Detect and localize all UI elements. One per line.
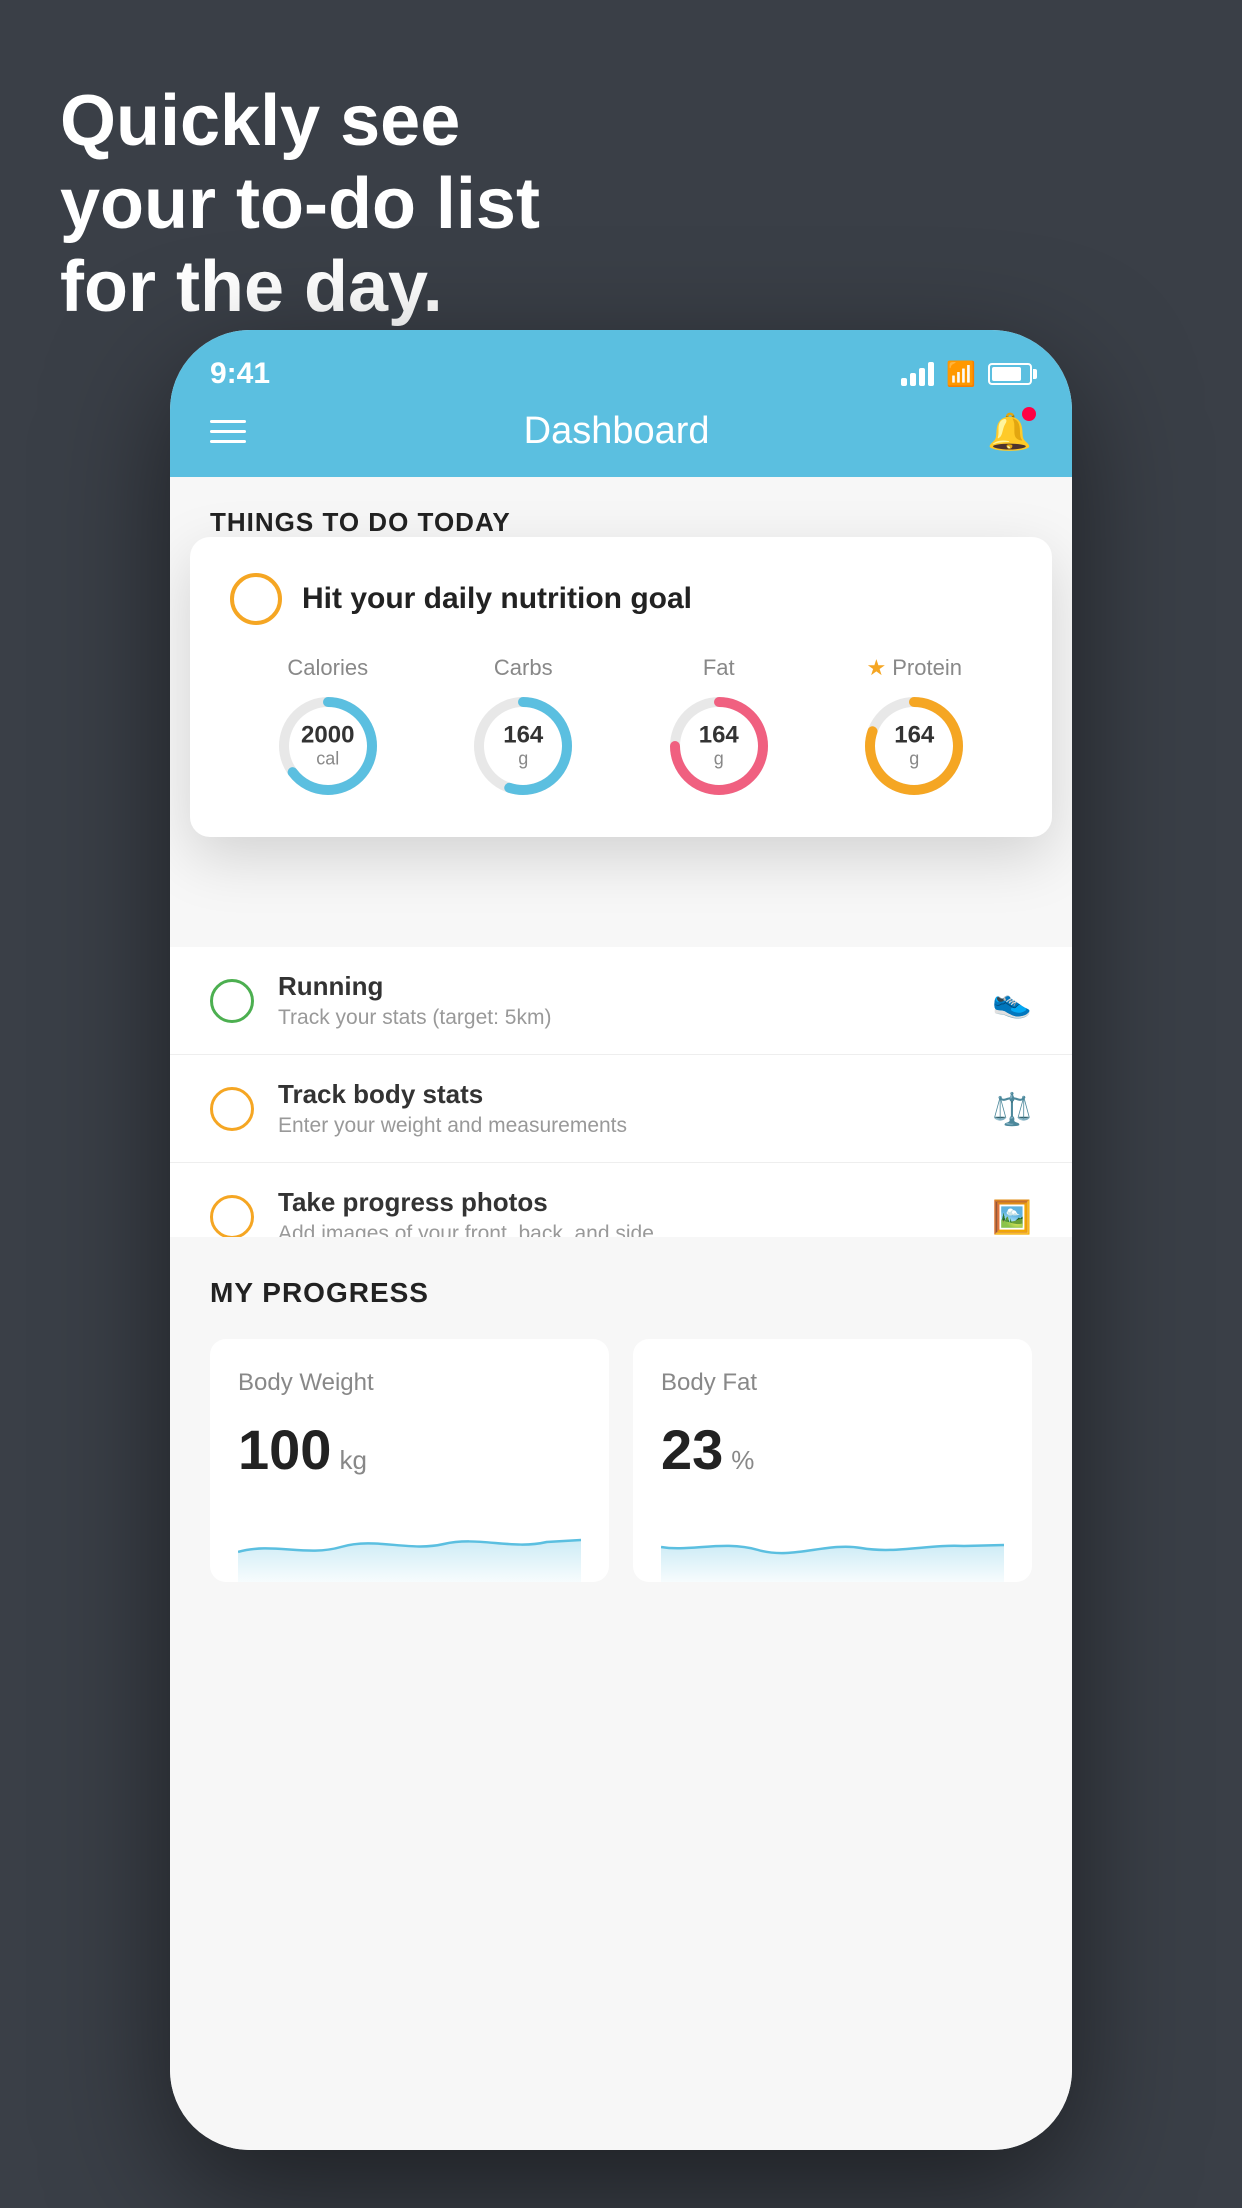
status-bar: 9:41 📶 <box>170 330 1072 400</box>
body-fat-number: 23 <box>661 1417 723 1482</box>
body-fat-chart <box>661 1502 1004 1582</box>
body-weight-value: 100 kg <box>238 1417 581 1482</box>
macro-calories-label: Calories <box>287 655 368 681</box>
body-fat-label: Body Fat <box>661 1369 1004 1397</box>
star-icon: ★ <box>867 655 887 681</box>
todo-text-stats: Track body stats Enter your weight and m… <box>278 1079 968 1138</box>
macro-protein-chart: 164 g <box>859 691 969 801</box>
macro-carbs: Carbs 164 g <box>468 655 578 801</box>
page-headline: Quickly see your to-do list for the day. <box>60 80 540 328</box>
todo-sub-stats: Enter your weight and measurements <box>278 1114 968 1138</box>
todo-sub-running: Track your stats (target: 5km) <box>278 1006 968 1030</box>
notification-badge <box>1022 407 1036 421</box>
main-content: THINGS TO DO TODAY Hit your daily nutrit… <box>170 477 1072 2150</box>
app-header: Dashboard 🔔 <box>170 400 1072 477</box>
macro-fat: Fat 164 g <box>664 655 774 801</box>
todo-title-photos: Take progress photos <box>278 1187 968 1218</box>
macro-protein-label: ★ Protein <box>867 655 962 681</box>
body-weight-unit: kg <box>339 1445 366 1476</box>
macro-carbs-chart: 164 g <box>468 691 578 801</box>
macro-carbs-value: 164 g <box>503 722 543 769</box>
menu-icon[interactable] <box>210 420 246 443</box>
todo-circle-photos <box>210 1195 254 1239</box>
things-today-title: THINGS TO DO TODAY <box>210 507 511 537</box>
body-weight-number: 100 <box>238 1417 331 1482</box>
todo-list: Running Track your stats (target: 5km) 👟… <box>170 947 1072 1271</box>
todo-circle-stats <box>210 1087 254 1131</box>
macro-fat-chart: 164 g <box>664 691 774 801</box>
macro-calories-chart: 2000 cal <box>273 691 383 801</box>
todo-item-running[interactable]: Running Track your stats (target: 5km) 👟 <box>170 947 1072 1055</box>
nutrition-card[interactable]: Hit your daily nutrition goal Calories 2 <box>190 537 1052 837</box>
macro-calories-value: 2000 cal <box>301 722 354 769</box>
macro-fat-value: 164 g <box>699 722 739 769</box>
nutrition-title: Hit your daily nutrition goal <box>302 582 692 616</box>
todo-item-body-stats[interactable]: Track body stats Enter your weight and m… <box>170 1055 1072 1163</box>
body-weight-card[interactable]: Body Weight 100 kg <box>210 1339 609 1582</box>
progress-section: MY PROGRESS Body Weight 100 kg <box>170 1237 1072 1582</box>
photo-icon: 🖼️ <box>992 1198 1032 1236</box>
body-fat-value: 23 % <box>661 1417 1004 1482</box>
status-icons: 📶 <box>901 360 1032 389</box>
macro-protein: ★ Protein 164 g <box>859 655 969 801</box>
notification-icon[interactable]: 🔔 <box>987 411 1032 453</box>
header-title: Dashboard <box>524 410 710 453</box>
nutrition-check-circle <box>230 573 282 625</box>
shoe-icon: 👟 <box>992 982 1032 1020</box>
phone-frame: 9:41 📶 Dashboard <box>170 330 1072 2150</box>
signal-icon <box>901 362 934 386</box>
body-fat-unit: % <box>731 1445 754 1476</box>
headline-line3: for the day. <box>60 247 443 327</box>
nutrition-header: Hit your daily nutrition goal <box>230 573 1012 625</box>
progress-title: MY PROGRESS <box>210 1277 1032 1309</box>
phone-mockup: 9:41 📶 Dashboard <box>170 330 1072 2150</box>
body-fat-card[interactable]: Body Fat 23 % <box>633 1339 1032 1582</box>
progress-cards: Body Weight 100 kg <box>210 1339 1032 1582</box>
todo-text-running: Running Track your stats (target: 5km) <box>278 971 968 1030</box>
body-weight-label: Body Weight <box>238 1369 581 1397</box>
headline-line1: Quickly see <box>60 81 460 161</box>
nutrition-macros: Calories 2000 cal <box>230 655 1012 801</box>
scale-icon: ⚖️ <box>992 1090 1032 1128</box>
todo-title-running: Running <box>278 971 968 1002</box>
headline-line2: your to-do list <box>60 164 540 244</box>
todo-circle-running <box>210 979 254 1023</box>
body-weight-chart <box>238 1502 581 1582</box>
todo-title-stats: Track body stats <box>278 1079 968 1110</box>
wifi-icon: 📶 <box>946 360 976 389</box>
macro-fat-label: Fat <box>703 655 735 681</box>
macro-protein-value: 164 g <box>894 722 934 769</box>
status-time: 9:41 <box>210 357 270 391</box>
battery-icon <box>988 363 1032 385</box>
macro-carbs-label: Carbs <box>494 655 553 681</box>
macro-calories: Calories 2000 cal <box>273 655 383 801</box>
